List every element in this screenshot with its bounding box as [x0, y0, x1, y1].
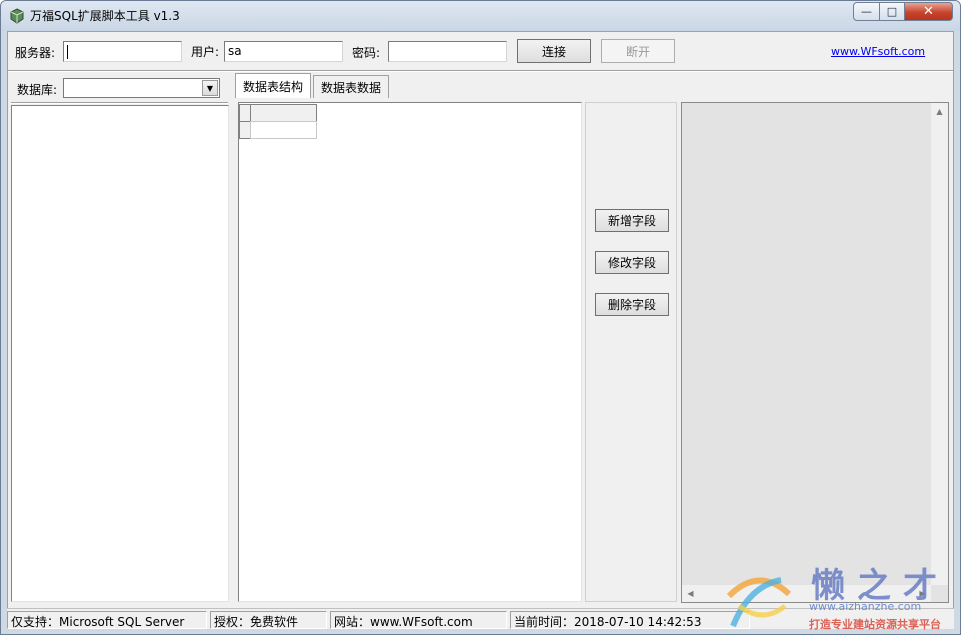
- watermark-logo-icon: [726, 577, 792, 628]
- status-license: 授权：免费软件: [210, 611, 327, 629]
- tab-bar: 数据表结构 数据表数据: [235, 73, 391, 98]
- close-button[interactable]: ✕: [905, 2, 953, 21]
- app-icon: [10, 8, 24, 24]
- scroll-left-icon[interactable]: ◀: [682, 585, 699, 602]
- table-list[interactable]: [11, 105, 229, 602]
- database-select[interactable]: ▼: [63, 78, 220, 98]
- delete-field-button[interactable]: 删除字段: [595, 293, 669, 316]
- tab-table-data[interactable]: 数据表数据: [313, 75, 390, 98]
- status-support: 仅支持：Microsoft SQL Server: [7, 611, 207, 629]
- tab-table-structure[interactable]: 数据表结构: [235, 73, 312, 98]
- app-window: 万福SQL扩展脚本工具 v1.3 — □ ✕ 服务器: 用户: sa 密码: 连…: [0, 0, 961, 635]
- scroll-up-icon[interactable]: ▲: [931, 103, 948, 120]
- user-label: 用户:: [191, 45, 220, 59]
- site-link[interactable]: www.WFsoft.com: [831, 45, 925, 58]
- server-label: 服务器:: [15, 46, 56, 60]
- password-input[interactable]: [388, 41, 507, 62]
- watermark-url: www.aizhanzhe.com: [809, 600, 922, 613]
- password-label: 密码:: [352, 46, 381, 60]
- script-panel[interactable]: ▲ ◀ ▶: [681, 102, 949, 603]
- dropdown-arrow-icon[interactable]: ▼: [202, 80, 218, 96]
- server-input[interactable]: [63, 41, 182, 62]
- field-button-column: 新增字段 修改字段 删除字段: [585, 102, 677, 602]
- edit-field-button[interactable]: 修改字段: [595, 251, 669, 274]
- vertical-scrollbar[interactable]: ▲: [931, 103, 948, 585]
- grid-cell[interactable]: [250, 121, 317, 139]
- toolbar-separator: [8, 70, 953, 72]
- database-label: 数据库:: [17, 83, 58, 97]
- disconnect-button[interactable]: 断开: [601, 39, 675, 63]
- title-bar[interactable]: 万福SQL扩展脚本工具 v1.3 — □ ✕: [1, 1, 960, 31]
- status-website: 网站：www.WFsoft.com: [330, 611, 507, 629]
- client-area: 服务器: 用户: sa 密码: 连接 断开 www.WFsoft.com 数据库…: [7, 31, 954, 629]
- status-time: 当前时间：2018-07-10 14:42:53: [510, 611, 750, 629]
- left-separator: [11, 102, 228, 104]
- add-field-button[interactable]: 新增字段: [595, 209, 669, 232]
- window-controls: — □ ✕: [853, 2, 953, 21]
- connect-button[interactable]: 连接: [517, 39, 591, 63]
- minimize-button[interactable]: —: [853, 2, 880, 21]
- watermark-tagline: 打造专业建站资源共享平台: [809, 618, 941, 631]
- grid-column-header[interactable]: [250, 104, 317, 122]
- user-input[interactable]: sa: [224, 41, 343, 62]
- window-title: 万福SQL扩展脚本工具 v1.3: [30, 9, 180, 23]
- structure-grid[interactable]: [238, 102, 582, 602]
- maximize-button[interactable]: □: [880, 2, 905, 21]
- watermark: 懒之才 www.aizhanzhe.com 打造专业建站资源共享平台: [719, 556, 959, 634]
